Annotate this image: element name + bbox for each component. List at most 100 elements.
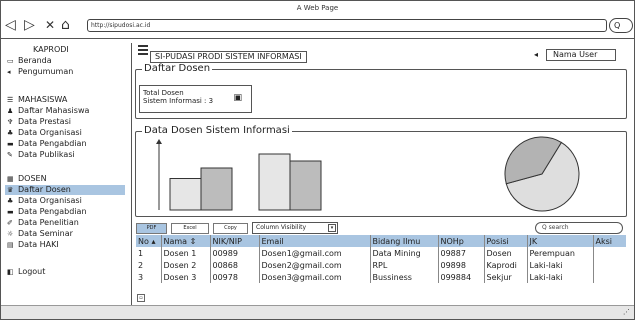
back-icon[interactable]: ◁ <box>5 17 16 33</box>
column-header-bidang[interactable]: Bidang Ilmu <box>369 235 438 247</box>
column-visibility-label: Column Visibility <box>256 224 307 231</box>
pie-chart <box>504 136 580 212</box>
cell-jk: Perempuan <box>526 247 593 259</box>
lock-icon: ▣ <box>233 93 242 103</box>
cell-aksi[interactable] <box>592 247 626 259</box>
resize-grip-icon[interactable]: ⋰ <box>623 308 630 316</box>
column-header-no[interactable]: No ▴ <box>136 235 161 247</box>
graduation-cap-icon: ☰ <box>7 96 14 104</box>
cell-bidang: Bussiness <box>369 271 438 283</box>
cell-nama: Dosen 1 <box>160 247 210 259</box>
total-dosen-label: Total Dosen <box>143 89 184 97</box>
notification-icon[interactable]: ◂ <box>534 50 538 59</box>
sidebar-item-data-haki[interactable]: ▤ Data HAKI <box>7 240 59 250</box>
cell-no: 3 <box>138 272 144 282</box>
column-header-posisi[interactable]: Posisi <box>483 235 527 247</box>
total-dosen-value: Sistem Informasi : 3 <box>143 97 214 105</box>
table-row: 2 Dosen 2 00868 Dosen2@gmail.com RPL 098… <box>136 259 626 271</box>
table-row: 1 Dosen 1 00989 Dosen1@gmail.com Data Mi… <box>136 247 626 259</box>
sort-icon: ⇕ <box>189 236 197 246</box>
column-header-aksi[interactable]: Aksi <box>592 235 626 247</box>
cell-posisi: Dosen <box>483 247 527 259</box>
megaphone-icon: ◂ <box>7 68 11 76</box>
bar-1-0 <box>258 153 291 211</box>
organization-icon: ♣ <box>7 129 14 137</box>
column-header-nama[interactable]: Nama ⇕ <box>160 235 210 247</box>
trophy-icon: ♆ <box>7 118 14 126</box>
pencil-icon: ✎ <box>7 151 13 159</box>
status-bar: ⋰ <box>1 305 634 319</box>
browser-search-button[interactable]: Q <box>609 18 633 33</box>
sidebar: KAPRODI ▭ Beranda ◂ Pengumuman ☰ MAHASISWA … <box>5 41 131 301</box>
table-search-input[interactable]: Q search <box>535 222 623 234</box>
sidebar-heading-kaprodi: KAPRODI <box>33 45 69 54</box>
cell-bidang: Data Mining <box>369 247 438 259</box>
sidebar-divider <box>131 43 132 305</box>
organization-icon: ♣ <box>7 197 14 205</box>
cell-nohp: 09887 <box>437 247 484 259</box>
sidebar-item-data-penelitian[interactable]: ✐ Data Penelitian <box>7 218 79 228</box>
sidebar-item-daftar-mahasiswa[interactable]: ♟ Daftar Mahasiswa <box>7 106 89 116</box>
sidebar-item-data-organisasi-mhs[interactable]: ♣ Data Organisasi <box>7 128 82 138</box>
cell-nik: 00978 <box>209 271 259 283</box>
book-icon: ▤ <box>7 241 14 249</box>
dosen-table: No ▴ Nama ⇕ NIK/NIP Email Bidang Ilmu NO… <box>136 235 626 283</box>
home-icon[interactable]: ⌂ <box>61 17 70 33</box>
scroll-handle[interactable]: ▫ <box>137 294 145 302</box>
brush-icon: ✐ <box>7 219 13 227</box>
car-icon: ▬ <box>7 140 14 148</box>
y-axis-arrow <box>156 139 162 144</box>
column-header-nohp[interactable]: NOHp <box>437 235 484 247</box>
total-dosen-card: Total Dosen Sistem Informasi : 3 ▣ <box>139 85 252 113</box>
column-header-nik[interactable]: NIK/NIP <box>209 235 259 247</box>
browser-navbar: ◁ ▷ ✕ ⌂ http://sipudosi.ac.id Q <box>1 15 634 37</box>
cell-jk: Laki-laki <box>526 271 593 283</box>
export-excel-button[interactable]: Excel <box>171 223 209 234</box>
teacher-icon: ♛ <box>7 186 14 194</box>
bar-0-0 <box>169 178 202 211</box>
cell-nik: 00989 <box>209 247 259 259</box>
cell-nohp: 09898 <box>437 259 484 271</box>
chevron-down-icon: ▾ <box>328 224 336 232</box>
url-bar[interactable]: http://sipudosi.ac.id <box>87 19 607 32</box>
sidebar-item-data-organisasi-dosen[interactable]: ♣ Data Organisasi <box>7 196 82 206</box>
search-icon: Q <box>614 21 621 30</box>
cell-nama: Dosen 2 <box>160 259 210 271</box>
cell-email: Dosen3@gmail.com <box>258 271 370 283</box>
sidebar-item-data-pengabdian-dosen[interactable]: ▬ Data Pengabdian <box>7 207 87 217</box>
sidebar-item-data-seminar[interactable]: ☼ Data Seminar <box>7 229 73 239</box>
cell-nohp: 099884 <box>437 271 484 283</box>
sidebar-item-data-prestasi[interactable]: ♆ Data Prestasi <box>7 117 71 127</box>
sort-icon: ▴ <box>151 236 156 246</box>
column-header-email[interactable]: Email <box>258 235 370 247</box>
window-title: A Web Page <box>296 4 339 12</box>
cell-posisi: Kaprodi <box>483 259 527 271</box>
sidebar-item-daftar-dosen[interactable]: ♛ Daftar Dosen <box>5 185 125 195</box>
export-pdf-button[interactable]: PDF <box>136 223 167 234</box>
cell-email: Dosen2@gmail.com <box>258 259 370 271</box>
cell-nama: Dosen 3 <box>160 271 210 283</box>
sidebar-item-data-publikasi[interactable]: ✎ Data Publikasi <box>7 150 75 160</box>
logout-icon: ◧ <box>7 268 14 276</box>
app-title: SI-PUDASI PRODI SISTEM INFORMASI <box>150 51 307 63</box>
sidebar-item-logout[interactable]: ◧ Logout <box>7 267 45 277</box>
cell-aksi[interactable] <box>592 271 626 283</box>
sidebar-heading-mahasiswa: ☰ MAHASISWA <box>7 95 68 104</box>
cell-aksi[interactable] <box>592 259 626 271</box>
globe-icon: ☼ <box>7 230 14 238</box>
sidebar-item-pengumuman[interactable]: ◂ Pengumuman <box>7 67 73 77</box>
browser-window: A Web Page ◁ ▷ ✕ ⌂ http://sipudosi.ac.id… <box>0 0 635 320</box>
hamburger-menu-icon[interactable] <box>138 45 148 55</box>
forward-icon[interactable]: ▷ <box>24 17 35 33</box>
column-header-jk[interactable]: JK <box>526 235 593 247</box>
sidebar-item-data-pengabdian-mhs[interactable]: ▬ Data Pengabdian <box>7 139 87 149</box>
user-menu-button[interactable]: Nama User <box>546 49 616 61</box>
close-icon[interactable]: ✕ <box>45 17 55 33</box>
bar-1-1 <box>289 160 322 211</box>
bar-chart <box>156 139 322 211</box>
sidebar-item-beranda[interactable]: ▭ Beranda <box>7 56 52 66</box>
column-visibility-select[interactable]: Column Visibility ▾ <box>252 222 338 234</box>
cell-bidang: RPL <box>369 259 438 271</box>
section-title: Daftar Dosen <box>142 63 213 75</box>
copy-button[interactable]: Copy <box>213 223 248 234</box>
